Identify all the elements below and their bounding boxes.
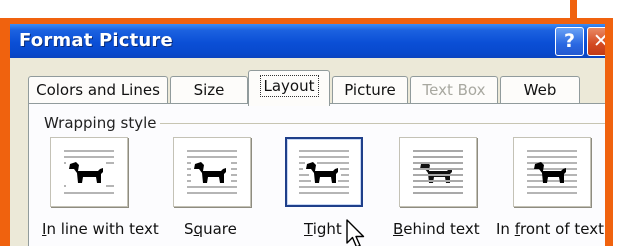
highlight-frame-tick bbox=[570, 0, 577, 20]
tab-label: Colors and Lines bbox=[36, 81, 160, 99]
wrap-label-tight: Tight bbox=[304, 220, 342, 238]
wrap-label-square: Square bbox=[184, 220, 237, 238]
highlight-frame-left bbox=[0, 18, 10, 246]
wrap-option-in-front-of-text[interactable] bbox=[513, 137, 591, 207]
wrap-label-in-front-of-text: In front of text bbox=[496, 220, 604, 238]
tab-colors-and-lines[interactable]: Colors and Lines bbox=[28, 76, 168, 104]
in-line-with-text-icon bbox=[64, 150, 114, 194]
tight-wrap-icon bbox=[299, 150, 349, 194]
tab-label: Text Box bbox=[422, 81, 486, 99]
title-bar[interactable]: Format Picture ? ✕ bbox=[10, 24, 605, 58]
tab-strip: Colors and Lines Size Layout Picture Tex… bbox=[10, 70, 605, 106]
tab-label: Picture bbox=[344, 81, 396, 99]
wrap-label-in-line: In line with text bbox=[42, 220, 159, 238]
square-wrap-icon bbox=[187, 150, 237, 194]
dialog-title: Format Picture bbox=[19, 30, 173, 51]
format-picture-dialog: Format Picture ? ✕ Colors and Lines Size… bbox=[10, 24, 605, 246]
tab-picture[interactable]: Picture bbox=[332, 76, 408, 104]
tab-size[interactable]: Size bbox=[170, 76, 248, 104]
tab-layout[interactable]: Layout bbox=[248, 70, 330, 106]
wrap-option-square[interactable] bbox=[173, 137, 251, 207]
tab-label: Layout bbox=[259, 75, 319, 97]
mouse-pointer-icon bbox=[346, 219, 365, 246]
wrap-option-in-line[interactable] bbox=[50, 137, 128, 207]
behind-text-icon bbox=[413, 150, 463, 194]
wrap-option-tight[interactable] bbox=[285, 137, 363, 207]
wrap-option-behind-text[interactable] bbox=[399, 137, 477, 207]
close-button[interactable]: ✕ bbox=[587, 27, 605, 56]
tab-label: Size bbox=[193, 81, 225, 99]
help-button[interactable]: ? bbox=[555, 27, 584, 56]
in-front-of-text-icon bbox=[527, 150, 577, 194]
tab-text-box: Text Box bbox=[410, 76, 498, 104]
wrap-label-behind-text: Behind text bbox=[393, 220, 480, 238]
tab-web[interactable]: Web bbox=[500, 76, 580, 104]
tab-label: Web bbox=[523, 81, 557, 99]
highlight-frame-right bbox=[605, 18, 613, 246]
wrapping-style-label: Wrapping style bbox=[44, 114, 157, 132]
group-divider bbox=[160, 123, 605, 124]
